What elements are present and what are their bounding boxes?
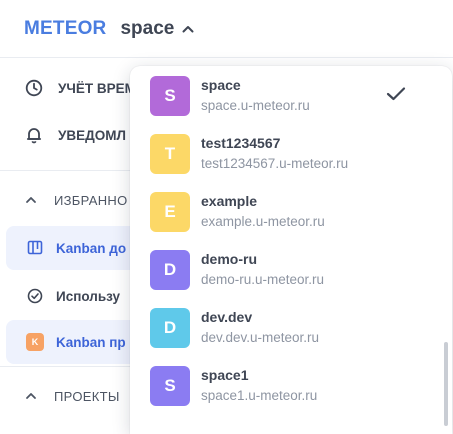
workspace-item[interactable]: D demo-ru demo-ru.u-meteor.ru	[130, 242, 440, 298]
workspace-avatar: D	[150, 308, 190, 348]
workspace-dropdown: S space space.u-meteor.ru T test1234567 …	[130, 66, 452, 434]
workspace-avatar: S	[150, 76, 190, 116]
workspace-avatar: E	[150, 192, 190, 232]
current-space-name[interactable]: space	[120, 18, 174, 40]
top-header: METEOR space	[0, 0, 453, 58]
workspace-name: space	[201, 77, 241, 93]
workspace-domain: test1234567.u-meteor.ru	[201, 156, 349, 171]
workspace-name: demo-ru	[201, 251, 257, 267]
favorite-item-label: Kanban до	[56, 240, 127, 256]
dropdown-scrollbar-thumb[interactable]	[444, 342, 448, 426]
workspace-domain: demo-ru.u-meteor.ru	[201, 272, 325, 287]
workspace-domain: space1.u-meteor.ru	[201, 388, 318, 403]
workspace-item[interactable]: S space space.u-meteor.ru	[130, 68, 440, 124]
workspace-item[interactable]: S space1 space1.u-meteor.ru	[130, 358, 440, 414]
projects-section-label: ПРОЕКТЫ	[54, 388, 120, 404]
k-badge-icon: K	[26, 333, 44, 351]
workspace-name: example	[201, 193, 258, 209]
workspace-avatar: D	[150, 250, 190, 290]
project-badge: K	[26, 333, 44, 351]
sidebar-item-label: УВЕДОМЛ	[58, 127, 126, 143]
workspace-name: dev.dev	[201, 309, 253, 325]
workspace-item[interactable]: E example example.u-meteor.ru	[130, 184, 440, 240]
workspace-domain: space.u-meteor.ru	[201, 98, 310, 113]
check-circle-icon	[26, 287, 44, 305]
clock-icon	[24, 78, 44, 98]
app-logo[interactable]: METEOR	[24, 18, 106, 40]
space-switcher[interactable]: space	[120, 18, 195, 40]
workspace-domain: dev.dev.u-meteor.ru	[201, 330, 320, 345]
workspace-name: test1234567	[201, 135, 281, 151]
workspace-avatar: S	[150, 366, 190, 406]
chevron-up-icon	[26, 393, 36, 399]
workspace-item[interactable]: T test1234567 test1234567.u-meteor.ru	[130, 126, 440, 182]
board-icon	[26, 239, 44, 257]
favorite-item-label: Kanban пр	[56, 334, 126, 350]
chevron-up-icon	[26, 197, 36, 203]
bell-icon	[24, 125, 44, 145]
workspace-avatar: T	[150, 134, 190, 174]
sidebar-item-label: УЧЁТ ВРЕМ	[58, 80, 136, 96]
checkmark-icon	[386, 87, 406, 101]
favorite-item-label: Использу	[56, 288, 121, 304]
favorites-section-label: ИЗБРАННО	[54, 192, 128, 208]
workspace-domain: example.u-meteor.ru	[201, 214, 325, 229]
chevron-up-icon[interactable]	[181, 22, 195, 36]
workspace-name: space1	[201, 367, 249, 383]
workspace-item[interactable]: D dev.dev dev.dev.u-meteor.ru	[130, 300, 440, 356]
